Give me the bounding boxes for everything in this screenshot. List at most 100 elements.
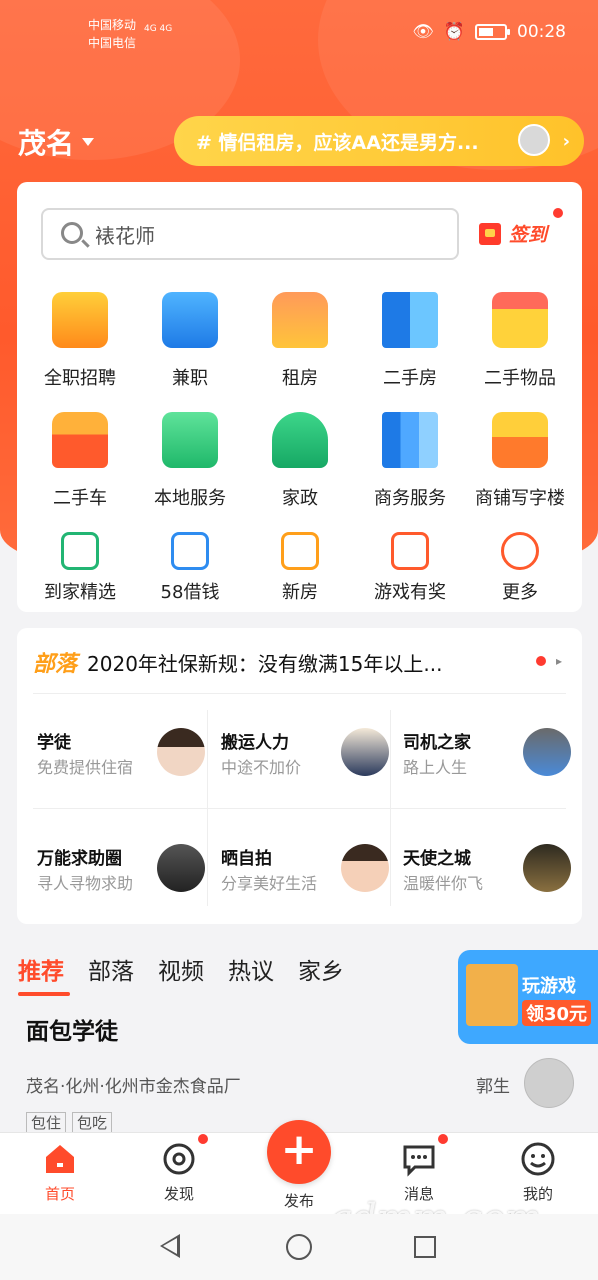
signin-button[interactable]: 签到 [479,220,547,247]
shop-icon [492,412,548,468]
link-58-loan[interactable]: 58借钱 [135,532,245,604]
tribe-card: 部落 2020年社保新规：没有缴满15年以上... ▸ 学徒 免费提供住宿 搬运… [17,628,582,924]
back-icon[interactable] [160,1234,180,1258]
tribe-cell-title: 万能求助圈 [37,849,122,869]
nav-label: 发现 [163,1185,194,1203]
hot-topic-banner[interactable]: # 情侣租房，应该AA还是男方... › [174,116,584,166]
signal-icon: 4G 4G [144,24,173,34]
nav-discover[interactable]: 发现 [139,1141,219,1204]
category-secondhand-goods[interactable]: 二手物品 [465,292,575,390]
tribe-cell-subtitle: 温暖伴你飞 [403,874,484,893]
link-home-selection[interactable]: 到家精选 [25,532,135,604]
briefcase-icon [52,292,108,348]
tab-hot[interactable]: 热议 [228,952,274,986]
recent-apps-icon[interactable] [414,1236,436,1258]
topic-text: # 情侣租房，应该AA还是男方... [196,131,479,154]
alarm-icon: ⏰ [443,22,465,42]
building-icon [382,292,438,348]
feed-tabs: 推荐 部落 视频 热议 家乡 [18,952,344,996]
category-parttime[interactable]: 兼职 [135,292,245,390]
tab-recommend[interactable]: 推荐 [18,952,70,996]
category-fulltime-jobs[interactable]: 全职招聘 [25,292,135,390]
post-button[interactable]: + [267,1120,331,1184]
link-games-rewards[interactable]: 游戏有奖 [355,532,465,604]
gift-box-icon [492,292,548,348]
tribe-movers[interactable]: 搬运人力 中途不加价 [217,708,393,808]
post-label: 发布 [283,1192,314,1210]
job-tags: 包住 包吃 [26,1112,113,1134]
notification-dot [535,656,546,666]
tab-hometown[interactable]: 家乡 [298,952,344,986]
tribe-logo: 部落 [33,652,78,677]
tribe-cell-subtitle: 中途不加价 [221,758,302,777]
category-secondhand-house[interactable]: 二手房 [355,292,465,390]
tribe-headline[interactable]: 部落 2020年社保新规：没有缴满15年以上... [33,646,442,678]
menu-circle-icon [501,532,539,570]
category-local-services[interactable]: 本地服务 [135,412,245,510]
tribe-angel-city[interactable]: 天使之城 温暖伴你飞 [399,824,575,924]
nav-me[interactable]: 我的 [498,1141,578,1204]
tribe-cell-title: 晒自拍 [221,849,272,869]
nav-label: 首页 [44,1185,75,1203]
category-housekeeping[interactable]: 家政 [245,412,355,510]
job-location: 茂名·化州·化州市金杰食品厂 [26,1077,241,1097]
home-icon [42,1141,78,1177]
carrier-info: 中国移动 中国电信 4G 4G [88,16,172,52]
link-new-house[interactable]: 新房 [245,532,355,604]
tribe-cell-title: 司机之家 [403,733,471,753]
avatar [518,124,550,156]
tag: 包住 [26,1112,67,1134]
tribe-help-circle[interactable]: 万能求助圈 寻人寻物求助 [33,824,209,924]
system-navigation [0,1214,598,1280]
car-icon [52,412,108,468]
tab-video[interactable]: 视频 [158,952,204,986]
avatar [523,844,571,892]
link-label: 更多 [502,582,538,603]
notification-dot [198,1134,208,1144]
promo-line1: 玩游戏 [522,976,576,997]
search-icon [61,222,83,244]
home-circle-icon[interactable] [286,1234,312,1260]
city-selector[interactable]: 茂名 [18,122,95,162]
avatar [341,728,389,776]
category-rent[interactable]: 租房 [245,292,355,390]
chevron-right-icon: › [562,131,570,152]
avatar [157,728,205,776]
clock-time: 00:28 [517,22,566,42]
nav-messages[interactable]: 消息 [379,1141,459,1204]
gift-box-icon [466,964,518,1026]
tribe-selfies[interactable]: 晒自拍 分享美好生活 [217,824,393,924]
search-placeholder: 裱花师 [95,223,155,248]
battery-icon [475,24,510,40]
carrier-2: 中国电信 [88,36,137,50]
map-pin-icon [162,412,218,468]
link-label: 58借钱 [160,582,220,603]
smiley-icon [520,1141,556,1177]
notification-dot [553,208,563,218]
category-shops-offices[interactable]: 商铺写字楼 [465,412,575,510]
search-input[interactable]: 裱花师 [41,208,459,260]
link-label: 到家精选 [44,582,116,603]
tribe-cell-title: 天使之城 [403,849,471,869]
home-d-icon [61,532,99,570]
chart-upload-icon [382,412,438,468]
category-business-services[interactable]: 商务服务 [355,412,465,510]
tribe-apprentice[interactable]: 学徒 免费提供住宿 [33,708,209,808]
yen-house-icon [391,532,429,570]
category-label: 家政 [282,488,318,509]
avatar [341,844,389,892]
carrier-1: 中国移动 [88,18,137,32]
tab-tribe[interactable]: 部落 [88,952,134,986]
category-used-cars[interactable]: 二手车 [25,412,135,510]
link-more[interactable]: 更多 [465,532,575,604]
main-services-card: 裱花师 签到 全职招聘 兼职 租房 二手房 二手物品 二手车 本地服务 家政 商… [17,182,582,612]
nav-home[interactable]: 首页 [20,1141,100,1204]
game-promo-banner[interactable]: 玩游戏 领30元 [458,950,598,1044]
job-title: 面包学徒 [26,1019,118,1045]
chevron-right-icon: ▸ [555,654,562,668]
avatar [524,1058,574,1108]
category-label: 商铺写字楼 [475,488,565,509]
notification-dot [438,1134,448,1144]
avatar [523,728,571,776]
tribe-drivers[interactable]: 司机之家 路上人生 [399,708,575,808]
